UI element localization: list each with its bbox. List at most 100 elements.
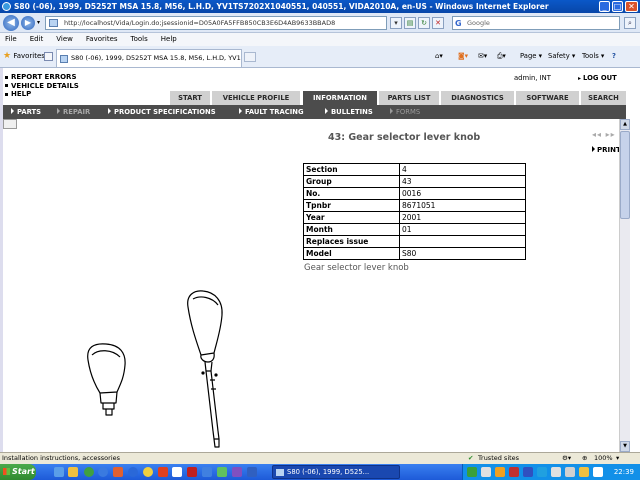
search-placeholder: Google <box>467 19 490 27</box>
browser-tab[interactable]: S80 (-06), 1999, D5252T MSA 15.8, M56, L… <box>56 49 242 67</box>
app-icon[interactable] <box>187 467 197 477</box>
folder-icon[interactable] <box>68 467 78 477</box>
tab-parts-list[interactable]: PARTS LIST <box>379 91 439 105</box>
tab-search[interactable]: SEARCH <box>581 91 626 105</box>
safety-menu[interactable]: Safety ▾ <box>548 50 575 62</box>
ie-icon[interactable] <box>98 467 108 477</box>
browser-icon[interactable] <box>128 467 138 477</box>
address-bar-row: ◀ ▶ ▾ http://localhost/Vida/Login.do;jse… <box>0 13 640 33</box>
quick-tabs-icon[interactable] <box>44 52 53 61</box>
mail-icon[interactable]: ✉▾ <box>478 50 487 62</box>
gear-knob-illustration <box>87 290 223 448</box>
tray-icon[interactable] <box>565 467 575 477</box>
scroll-down-icon[interactable]: ▼ <box>620 441 630 452</box>
volume-icon[interactable] <box>593 467 603 477</box>
google-icon: G <box>455 19 462 28</box>
print-link[interactable]: PRINT <box>592 146 621 154</box>
tab-vehicle-profile[interactable]: VEHICLE PROFILE <box>212 91 300 105</box>
zoom-icon: ⊕ <box>582 454 588 462</box>
table-row: Replaces issue <box>303 235 526 248</box>
print-icon[interactable]: ⎙▾ <box>497 50 506 62</box>
new-tab-button[interactable] <box>244 52 256 62</box>
window-titlebar: S80 (-06), 1999, D5252T MSA 15.8, M56, L… <box>0 0 640 13</box>
tray-icon[interactable] <box>537 467 547 477</box>
scroll-up-icon[interactable]: ▲ <box>620 119 630 130</box>
app-icon[interactable] <box>172 467 182 477</box>
help-icon[interactable]: ? <box>612 50 616 62</box>
app-icon[interactable] <box>113 467 123 477</box>
tab-software[interactable]: SOFTWARE <box>516 91 579 105</box>
favorites-button[interactable]: ★ Favorites <box>3 50 45 62</box>
user-name: admin, INT <box>514 74 551 82</box>
back-button[interactable]: ◀ <box>3 15 19 31</box>
help-link[interactable]: HELP <box>5 90 79 99</box>
app-icon[interactable] <box>84 467 94 477</box>
page-icon <box>49 19 58 27</box>
page-title: 43: Gear selector lever knob <box>328 132 481 143</box>
zoom-dropdown-icon[interactable]: ▾ <box>616 453 619 464</box>
status-text: Installation instructions, accessories <box>2 454 121 462</box>
menu-edit[interactable]: Edit <box>30 35 44 43</box>
messenger-icon[interactable] <box>143 467 153 477</box>
search-icon[interactable]: ⌕ <box>624 17 636 29</box>
home-icon[interactable]: ⌂▾ <box>435 50 443 62</box>
tab-information[interactable]: INFORMATION <box>303 91 377 105</box>
subtab-bulletins[interactable]: BULLETINS <box>325 105 373 119</box>
tab-diagnostics[interactable]: DIAGNOSTICS <box>441 91 514 105</box>
start-button[interactable]: Start <box>0 464 36 480</box>
tab-start[interactable]: START <box>170 91 210 105</box>
subtab-product-specifications[interactable]: PRODUCT SPECIFICATIONS <box>108 105 216 119</box>
logout-link[interactable]: ▸ LOG OUT <box>578 74 617 82</box>
url-field[interactable]: http://localhost/Vida/Login.do;jsessioni… <box>45 16 387 30</box>
maximize-button[interactable]: □ <box>612 1 623 12</box>
subtab-fault-tracing[interactable]: FAULT TRACING <box>239 105 304 119</box>
tray-icon[interactable] <box>509 467 519 477</box>
table-row: Month 01 <box>303 223 526 236</box>
menu-help[interactable]: Help <box>161 35 177 43</box>
tray-icon[interactable] <box>467 467 477 477</box>
dropdown-icon[interactable]: ▾ <box>390 17 402 29</box>
zoom-level[interactable]: 100% <box>594 453 613 464</box>
compat-view-icon[interactable]: ▤ <box>404 17 416 29</box>
menu-favorites[interactable]: Favorites <box>86 35 118 43</box>
table-row: Section 4 <box>303 163 526 176</box>
minimize-button[interactable]: _ <box>599 1 610 12</box>
tray-icon[interactable] <box>481 467 491 477</box>
pager-arrows[interactable]: ◂◂ ▸▸ <box>592 130 616 139</box>
tray-icon[interactable] <box>523 467 533 477</box>
protected-mode-icon[interactable]: ⚙▾ <box>562 453 571 464</box>
tree-toggle[interactable] <box>3 119 17 129</box>
forward-button[interactable]: ▶ <box>21 16 35 30</box>
section-subheading: Gear selector lever knob <box>304 263 409 273</box>
show-desktop-icon[interactable] <box>54 467 64 477</box>
tray-icon[interactable] <box>495 467 505 477</box>
vehicle-details-link[interactable]: VEHICLE DETAILS <box>5 82 79 91</box>
scroll-thumb[interactable] <box>620 131 630 219</box>
close-button[interactable]: ✕ <box>625 1 638 12</box>
subtab-repair[interactable]: REPAIR <box>57 105 90 119</box>
refresh-icon[interactable]: ↻ <box>418 17 430 29</box>
taskbar-window-button[interactable]: S80 (-06), 1999, D525... <box>272 465 400 479</box>
tray-icon[interactable] <box>579 467 589 477</box>
search-box[interactable]: G Google <box>452 16 620 30</box>
page-menu[interactable]: Page ▾ <box>520 50 542 62</box>
zone-text: Trusted sites <box>478 454 520 462</box>
menu-view[interactable]: View <box>56 35 73 43</box>
app-icon[interactable] <box>232 467 242 477</box>
app-icon[interactable] <box>217 467 227 477</box>
feeds-icon[interactable]: ◙▾ <box>458 50 468 62</box>
vertical-scrollbar[interactable]: ▲ ▼ <box>619 119 630 452</box>
menu-file[interactable]: File <box>5 35 17 43</box>
url-text: http://localhost/Vida/Login.do;jsessioni… <box>64 19 336 27</box>
report-errors-link[interactable]: REPORT ERRORS <box>5 73 79 82</box>
app-icon[interactable] <box>158 467 168 477</box>
stop-icon[interactable]: ✕ <box>432 17 444 29</box>
app-icon[interactable] <box>247 467 257 477</box>
subtab-parts[interactable]: PARTS <box>11 105 41 119</box>
tools-menu[interactable]: Tools ▾ <box>582 50 604 62</box>
menu-tools[interactable]: Tools <box>131 35 148 43</box>
recent-pages-icon[interactable]: ▾ <box>37 19 40 26</box>
table-row: Tpnbr 8671051 <box>303 199 526 212</box>
tray-icon[interactable] <box>551 467 561 477</box>
app-icon[interactable] <box>202 467 212 477</box>
